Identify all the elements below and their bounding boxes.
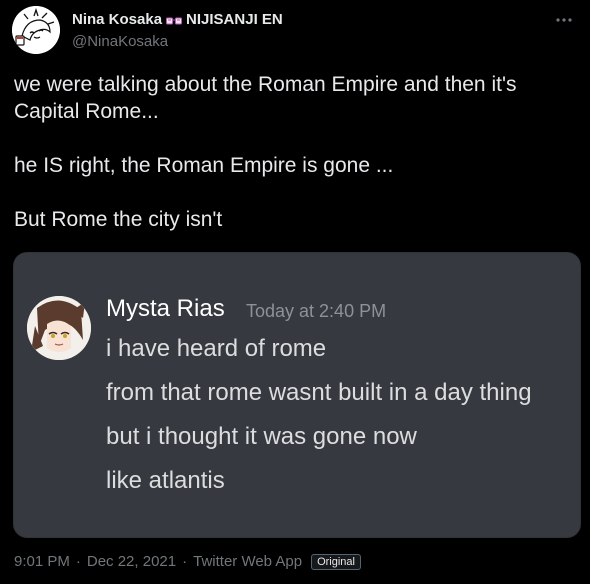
tweet-date[interactable]: Dec 22, 2021 (87, 553, 176, 570)
author-name-row[interactable]: Nina Kosaka NIJISANJI EN (72, 11, 283, 28)
discord-message: i have heard of rome (106, 335, 327, 362)
tweet-paragraph: we were talking about the Roman Empire a… (14, 73, 517, 123)
meta-separator: · (75, 553, 81, 570)
tweet-time[interactable]: 9:01 PM (14, 553, 70, 570)
glasses-emoji-icon (166, 14, 183, 26)
embedded-discord-screenshot[interactable]: Mysta Rias Today at 2:40 PM i have heard… (13, 252, 581, 538)
tweet-meta: 9:01 PM · Dec 22, 2021 · Twitter Web App… (14, 553, 361, 570)
more-options-icon[interactable] (554, 10, 574, 30)
discord-user-avatar (27, 296, 91, 360)
discord-message: but i thought it was gone now (106, 423, 417, 450)
discord-message: from that rome wasnt built in a day thin… (106, 379, 532, 406)
original-badge: Original (311, 553, 361, 570)
discord-username: Mysta Rias (106, 295, 225, 322)
discord-message: like atlantis (106, 467, 225, 494)
tweet-paragraph: But Rome the city isn't (14, 208, 223, 231)
author-handle[interactable]: @NinaKosaka (72, 33, 168, 50)
author-avatar[interactable] (12, 6, 60, 54)
discord-timestamp: Today at 2:40 PM (246, 301, 387, 321)
author-display-name[interactable]: Nina Kosaka (72, 11, 162, 28)
meta-separator: · (182, 553, 188, 570)
tweet-text: we were talking about the Roman Empire a… (14, 71, 580, 260)
tweet-source[interactable]: Twitter Web App (193, 553, 302, 570)
tweet: Nina Kosaka NIJISANJI EN @NinaKosaka we … (0, 0, 590, 584)
tweet-paragraph: he IS right, the Roman Empire is gone ..… (14, 154, 394, 177)
author-affiliation: NIJISANJI EN (186, 11, 283, 28)
